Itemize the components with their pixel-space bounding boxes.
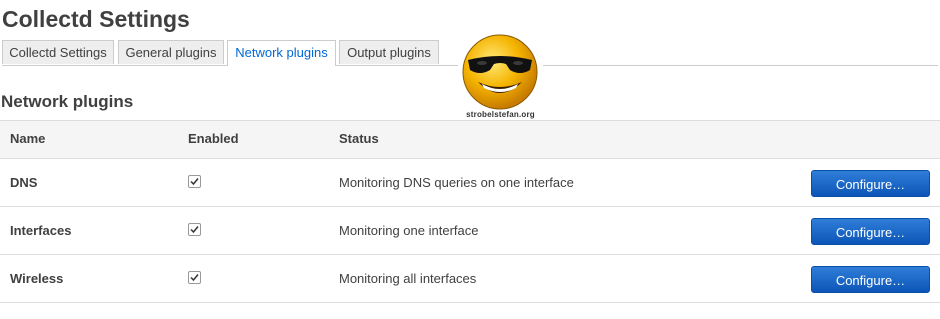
tab-output-plugins[interactable]: Output plugins bbox=[339, 40, 439, 64]
column-header-enabled: Enabled bbox=[188, 131, 239, 146]
configure-button[interactable]: Configure… bbox=[811, 170, 930, 197]
page-title: Collectd Settings bbox=[2, 6, 190, 32]
logo-caption: strobelstefan.org bbox=[466, 110, 535, 119]
page: Collectd Settings Collectd Settings Gene… bbox=[0, 0, 940, 319]
watermark-logo: strobelstefan.org bbox=[458, 30, 543, 122]
enabled-checkbox[interactable] bbox=[188, 223, 201, 236]
table-row: Interfaces Monitoring one interface Conf… bbox=[0, 207, 940, 255]
checkmark-icon bbox=[190, 226, 199, 234]
plugin-status: Monitoring one interface bbox=[339, 223, 479, 238]
enabled-checkbox[interactable] bbox=[188, 175, 201, 188]
plugin-name: Interfaces bbox=[10, 223, 72, 238]
column-header-status: Status bbox=[339, 131, 379, 146]
enabled-checkbox[interactable] bbox=[188, 271, 201, 284]
table-row: Wireless Monitoring all interfaces Confi… bbox=[0, 255, 940, 303]
plugins-table: Name Enabled Status DNS Monitoring DNS q… bbox=[0, 120, 940, 303]
table-row: DNS Monitoring DNS queries on one interf… bbox=[0, 159, 940, 207]
plugin-name: DNS bbox=[10, 175, 38, 190]
checkmark-icon bbox=[190, 178, 199, 186]
plugin-name: Wireless bbox=[10, 271, 64, 286]
checkmark-icon bbox=[190, 274, 199, 282]
tab-general-plugins[interactable]: General plugins bbox=[118, 40, 224, 64]
section-title: Network plugins bbox=[1, 92, 134, 111]
plugin-status: Monitoring all interfaces bbox=[339, 271, 477, 286]
configure-button[interactable]: Configure… bbox=[811, 218, 930, 245]
sunglasses-smiley-icon bbox=[462, 34, 538, 110]
column-header-name: Name bbox=[10, 131, 46, 146]
plugin-status: Monitoring DNS queries on one interface bbox=[339, 175, 574, 190]
tab-collectd-settings[interactable]: Collectd Settings bbox=[2, 40, 114, 64]
tab-network-plugins[interactable]: Network plugins bbox=[227, 40, 336, 66]
configure-button[interactable]: Configure… bbox=[811, 266, 930, 293]
table-header: Name Enabled Status bbox=[0, 120, 940, 159]
